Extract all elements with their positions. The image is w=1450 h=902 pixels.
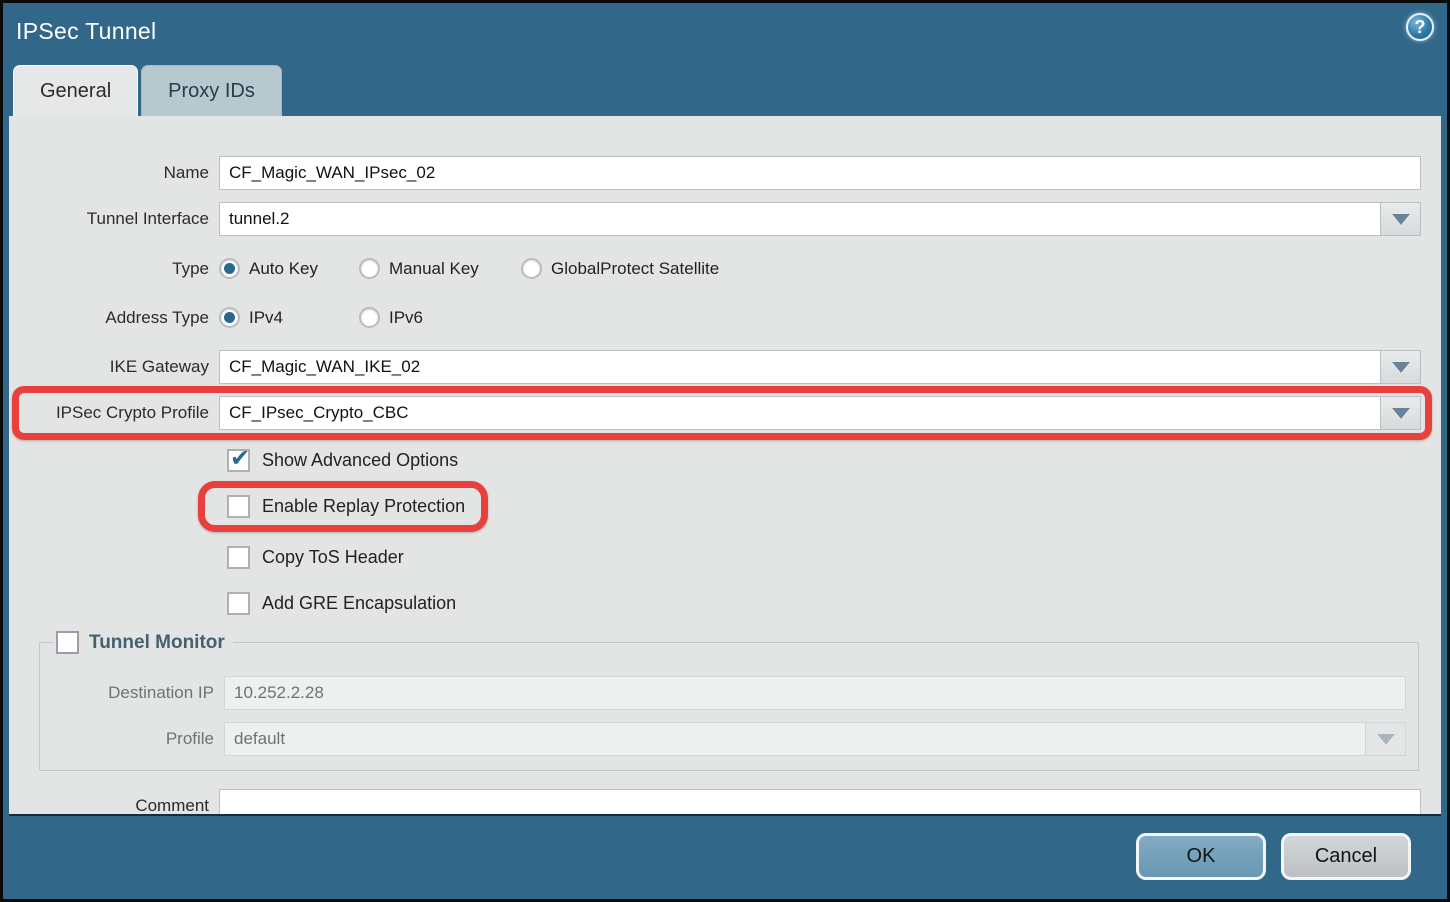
tunnel-interface-dropdown-button[interactable] [1381,202,1421,236]
chevron-down-icon [1377,734,1395,745]
ok-button[interactable]: OK [1136,833,1266,880]
chevron-down-icon [1392,214,1410,225]
ipsec-crypto-profile-input[interactable] [219,396,1381,430]
show-advanced-options-checkbox[interactable] [227,449,250,472]
radio-ipv4[interactable]: IPv4 [219,307,359,328]
enable-replay-protection-label: Enable Replay Protection [262,496,465,517]
comment-input[interactable] [219,789,1421,816]
add-gre-encapsulation-label: Add GRE Encapsulation [262,593,456,614]
dialog-titlebar: IPSec Tunnel ? [3,3,1447,65]
radio-manual-key[interactable]: Manual Key [359,258,521,279]
tab-bar: General Proxy IDs [13,65,282,116]
radio-button-icon [359,258,380,279]
address-type-label: Address Type [9,308,219,328]
profile-row: Profile [48,722,1410,756]
cancel-button[interactable]: Cancel [1281,833,1411,880]
name-input[interactable] [219,156,1421,190]
address-type-row: Address Type IPv4 IPv6 [9,307,1441,328]
add-gre-encapsulation-checkbox[interactable] [227,592,250,615]
copy-tos-header-row[interactable]: Copy ToS Header [227,546,1441,569]
chevron-down-icon [1392,408,1410,419]
ike-gateway-row: IKE Gateway [9,350,1441,384]
ipsec-tunnel-dialog: IPSec Tunnel ? General Proxy IDs Name Tu… [0,0,1450,902]
comment-row: Comment [9,789,1441,816]
tab-general[interactable]: General [13,65,138,116]
chevron-down-icon [1392,362,1410,373]
profile-dropdown-button [1366,722,1406,756]
tab-proxy-ids[interactable]: Proxy IDs [141,65,282,116]
dialog-title: IPSec Tunnel [16,18,156,45]
radio-button-icon [219,258,240,279]
radio-auto-key[interactable]: Auto Key [219,258,359,279]
tunnel-interface-input[interactable] [219,202,1381,236]
comment-label: Comment [9,796,219,816]
name-label: Name [9,163,219,183]
tunnel-monitor-label: Tunnel Monitor [89,632,225,654]
radio-ipv4-label: IPv4 [249,308,283,328]
type-row: Type Auto Key Manual Key GlobalProtect S… [9,258,1441,279]
radio-button-icon [219,307,240,328]
radio-manual-key-label: Manual Key [389,259,479,279]
enable-replay-protection-checkbox[interactable] [227,495,250,518]
destination-ip-input [224,676,1406,710]
type-label: Type [9,259,219,279]
tunnel-interface-row: Tunnel Interface [9,202,1441,236]
ike-gateway-input[interactable] [219,350,1381,384]
ipsec-crypto-profile-label: IPSec Crypto Profile [9,403,219,423]
ipsec-crypto-profile-row: IPSec Crypto Profile [9,396,1441,430]
profile-label: Profile [48,729,224,749]
radio-globalprotect-satellite-label: GlobalProtect Satellite [551,259,719,279]
radio-ipv6[interactable]: IPv6 [359,307,423,328]
tunnel-monitor-checkbox[interactable] [56,631,79,654]
dialog-footer: OK Cancel [6,816,1444,896]
show-advanced-options-row[interactable]: Show Advanced Options [227,449,1441,472]
radio-button-icon [359,307,380,328]
show-advanced-options-label: Show Advanced Options [262,450,458,471]
ike-gateway-label: IKE Gateway [9,357,219,377]
radio-globalprotect-satellite[interactable]: GlobalProtect Satellite [521,258,719,279]
ike-gateway-dropdown-button[interactable] [1381,350,1421,384]
copy-tos-header-checkbox[interactable] [227,546,250,569]
tunnel-monitor-group: Tunnel Monitor Destination IP Profile [39,631,1419,771]
ipsec-crypto-profile-dropdown-button[interactable] [1381,396,1421,430]
radio-ipv6-label: IPv6 [389,308,423,328]
help-icon[interactable]: ? [1406,13,1434,41]
enable-replay-protection-row[interactable]: Enable Replay Protection [227,495,465,518]
radio-button-icon [521,258,542,279]
name-row: Name [9,156,1441,190]
destination-ip-row: Destination IP [48,676,1410,710]
destination-ip-label: Destination IP [48,683,224,703]
profile-input [224,722,1366,756]
radio-auto-key-label: Auto Key [249,259,318,279]
tunnel-monitor-legend: Tunnel Monitor [54,631,233,654]
add-gre-encapsulation-row[interactable]: Add GRE Encapsulation [227,592,1441,615]
copy-tos-header-label: Copy ToS Header [262,547,404,568]
tunnel-interface-label: Tunnel Interface [9,209,219,229]
general-tab-panel: Name Tunnel Interface Type Auto Key [9,116,1441,816]
